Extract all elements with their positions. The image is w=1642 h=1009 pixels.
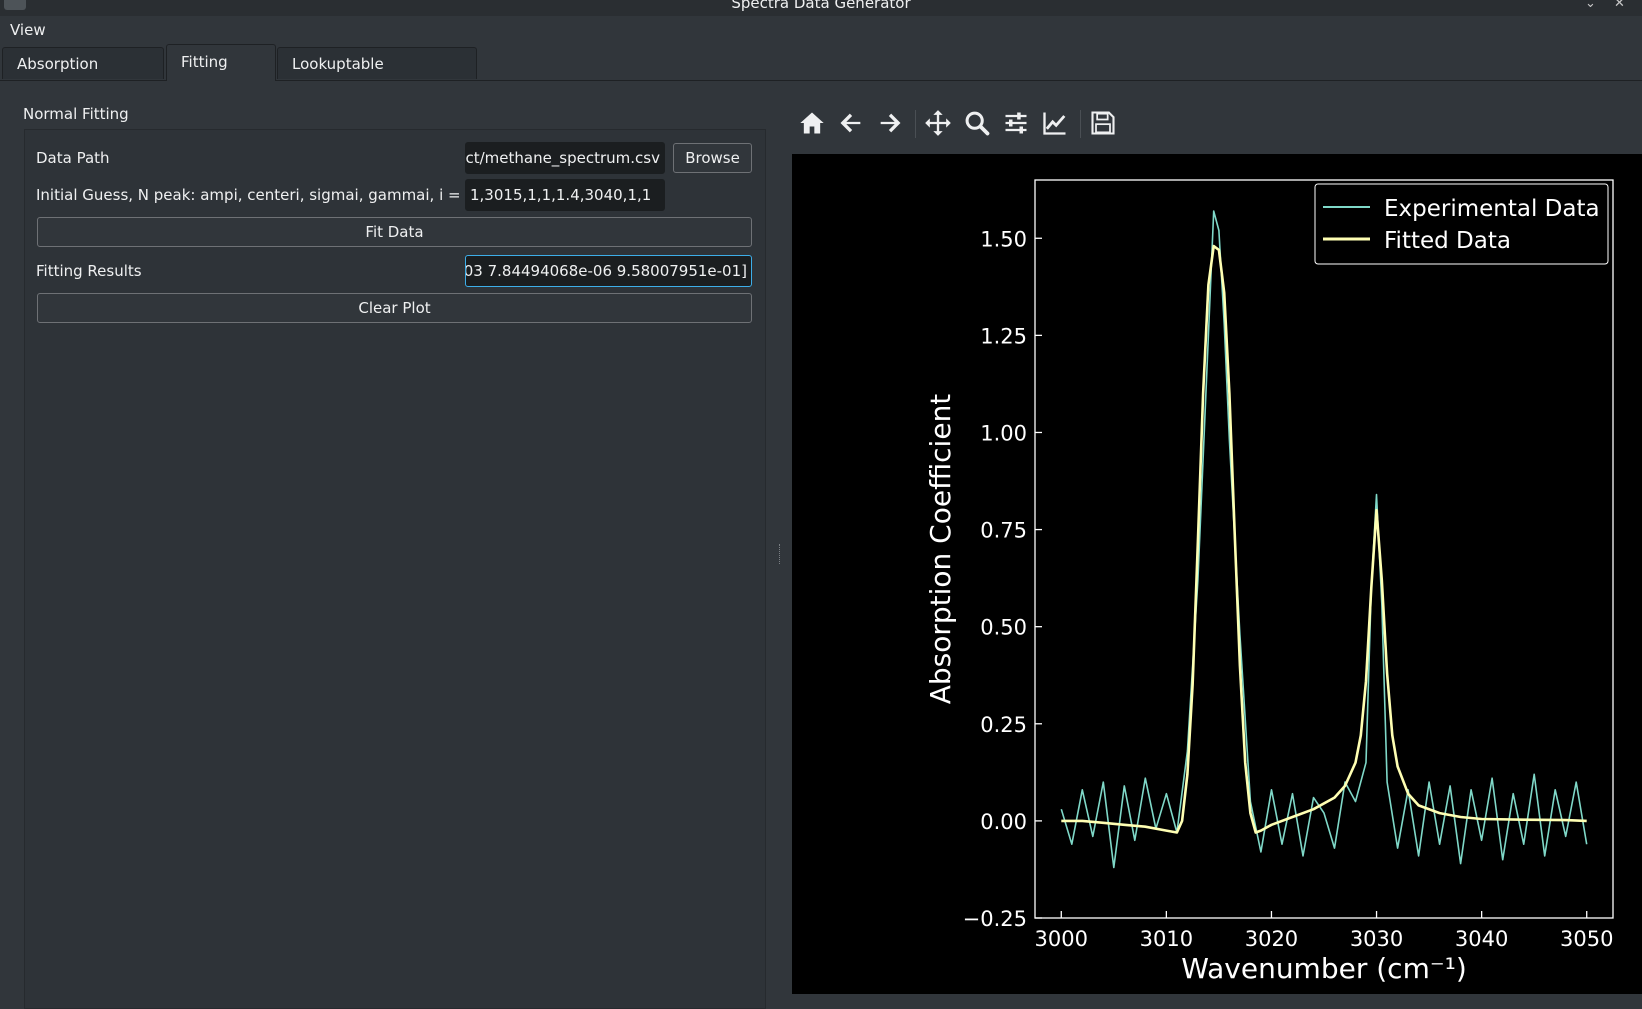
- legend: Experimental Data Fitted Data: [1314, 183, 1609, 265]
- x-tick-label: 3050: [1560, 927, 1613, 951]
- forward-icon[interactable]: [873, 106, 907, 140]
- data-path-label: Data Path: [36, 149, 110, 167]
- pan-icon[interactable]: [921, 106, 955, 140]
- x-tick-label: 3000: [1035, 927, 1088, 951]
- y-tick-label: 0.00: [980, 810, 1027, 834]
- plot-canvas[interactable]: −0.25 0.00 0.25 0.50 0.75 1.00 1.25 1.50 3000 30…: [792, 154, 1642, 994]
- legend-label-experimental: Experimental Data: [1384, 196, 1600, 222]
- toolbar-separator: [915, 110, 916, 138]
- tab-lookuptable-generation[interactable]: Lookuptable Generation: [277, 47, 477, 105]
- home-icon[interactable]: [795, 106, 829, 140]
- y-tick-label: 0.50: [980, 616, 1027, 640]
- initial-guess-input[interactable]: 1,3015,1,1,1.4,3040,1,1: [465, 179, 665, 211]
- x-tick-label: 3010: [1140, 927, 1193, 951]
- back-icon[interactable]: [834, 106, 868, 140]
- menubar: View: [0, 16, 1642, 44]
- y-tick-label: 0.25: [980, 713, 1027, 737]
- y-tick-label: −0.25: [963, 907, 1027, 931]
- clear-plot-button[interactable]: Clear Plot: [37, 293, 752, 323]
- save-icon[interactable]: [1086, 106, 1120, 140]
- fitted-data-line: [1061, 244, 1587, 834]
- y-axis-ticks: −0.25 0.00 0.25 0.50 0.75 1.00 1.25 1.50: [963, 227, 1042, 931]
- fitting-results-value: e+03 7.84494068e-06 9.58007951e-01]: [465, 262, 747, 280]
- close-icon[interactable]: ✕: [1614, 0, 1625, 11]
- x-axis-ticks: 3000 3010 3020 3030 3040 3050: [1035, 911, 1613, 951]
- x-tick-label: 3040: [1455, 927, 1508, 951]
- fitting-results-field[interactable]: e+03 7.84494068e-06 9.58007951e-01]: [465, 255, 752, 287]
- series-layer: [1060, 210, 1588, 869]
- toolbar-separator: [1080, 110, 1081, 138]
- y-tick-label: 0.75: [980, 519, 1027, 543]
- browse-button[interactable]: Browse: [673, 143, 752, 173]
- window-titlebar: Spectra Data Generator ⌄ ✕: [0, 0, 1642, 16]
- x-tick-label: 3030: [1350, 927, 1403, 951]
- configure-subplots-icon[interactable]: [999, 106, 1033, 140]
- data-path-value: oject/methane_spectrum.csv: [465, 149, 660, 167]
- edit-axes-icon[interactable]: [1038, 106, 1072, 140]
- group-title: Normal Fitting: [23, 105, 129, 123]
- splitter-handle[interactable]: [779, 544, 782, 564]
- zoom-icon[interactable]: [960, 106, 994, 140]
- tab-fitting-data[interactable]: Fitting Data: [166, 44, 276, 105]
- y-tick-label: 1.00: [980, 421, 1027, 445]
- fitting-results-label: Fitting Results: [36, 262, 142, 280]
- experimental-data-line: [1060, 210, 1588, 869]
- spectrum-chart: −0.250.000.250.500.751.001.251.50 3000 30…: [924, 179, 1614, 985]
- minimize-icon[interactable]: ⌄: [1585, 0, 1596, 11]
- fit-data-button[interactable]: Fit Data: [37, 217, 752, 247]
- window-title: Spectra Data Generator: [731, 0, 911, 12]
- x-tick-label: 3020: [1245, 927, 1298, 951]
- tab-bar: Absorption Spectra Fitting Data Lookupta…: [0, 44, 1642, 105]
- initial-guess-label: Initial Guess, N peak: ampi, centeri, si…: [36, 186, 496, 204]
- y-tick-label: 1.25: [980, 324, 1027, 348]
- tab-absorption-spectra[interactable]: Absorption Spectra: [2, 47, 164, 105]
- y-axis-label: Absorption Coefficient: [924, 394, 957, 705]
- data-path-input[interactable]: oject/methane_spectrum.csv: [465, 142, 665, 174]
- legend-label-fitted: Fitted Data: [1384, 228, 1511, 254]
- menu-view[interactable]: View: [10, 21, 46, 39]
- y-tick-label: 1.50: [980, 227, 1027, 251]
- x-axis-label: Wavenumber (cm⁻¹): [1181, 952, 1467, 985]
